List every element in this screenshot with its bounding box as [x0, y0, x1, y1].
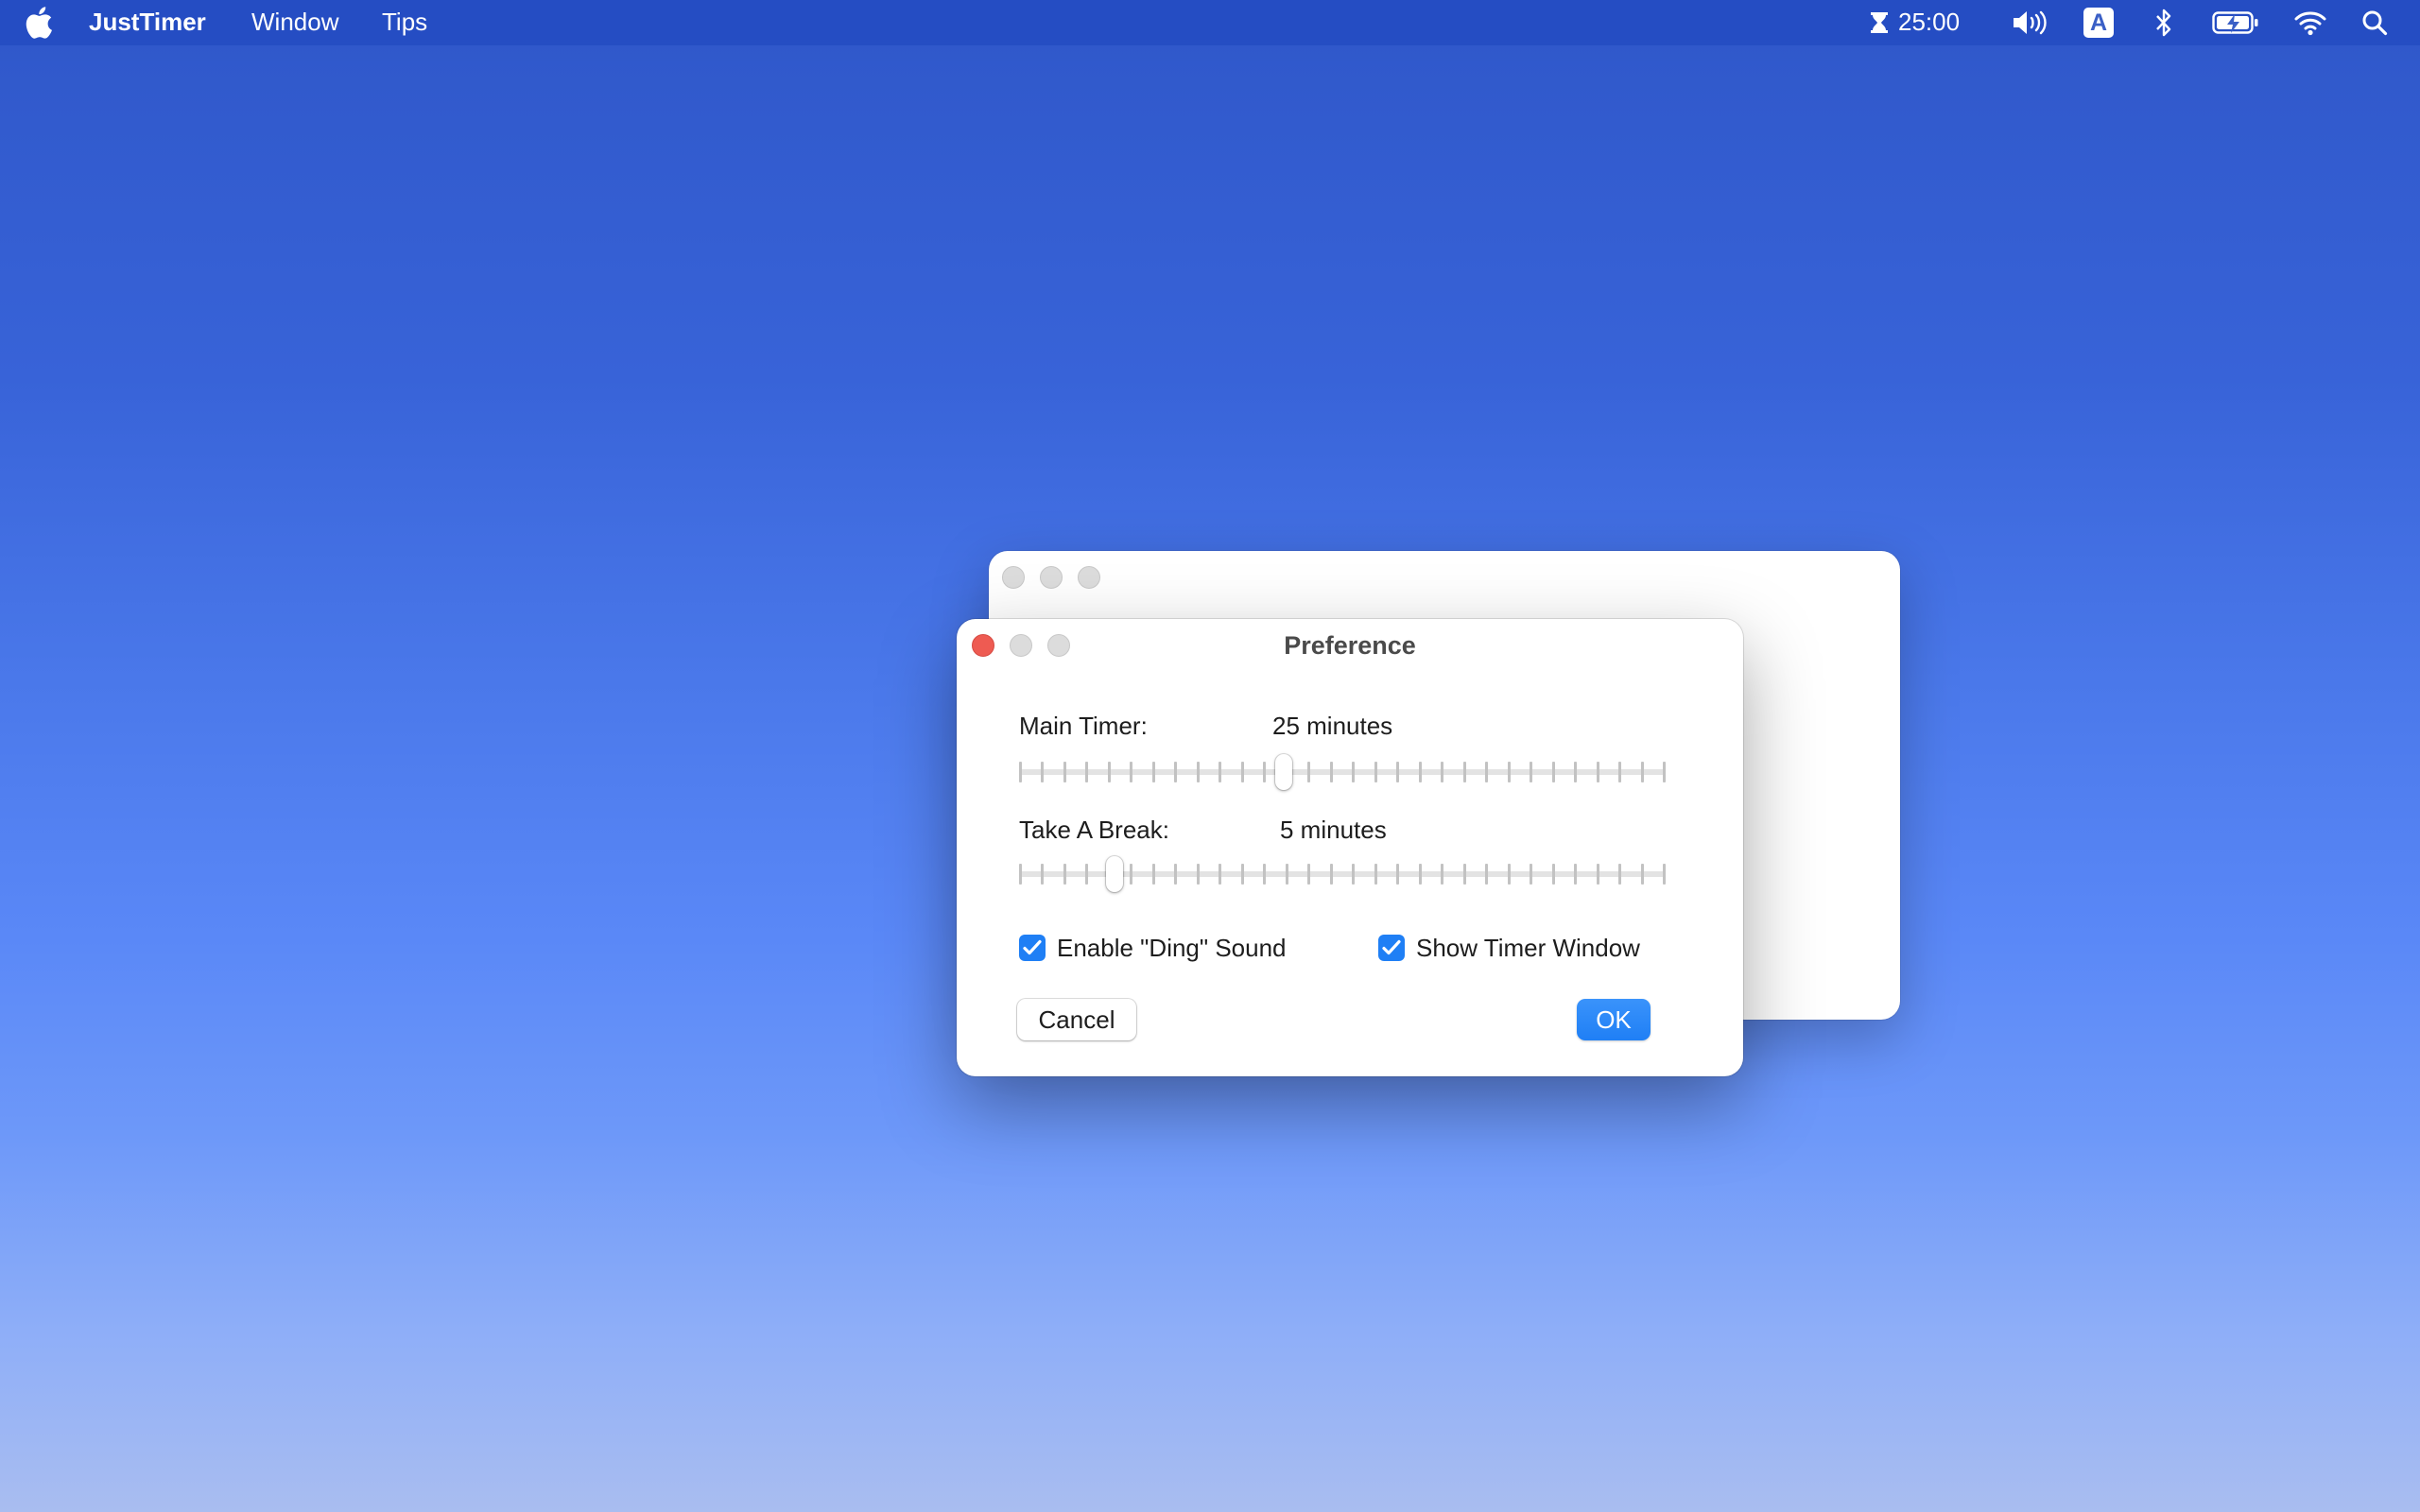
slider-tick: [1019, 864, 1022, 885]
slider-tick: [1240, 762, 1244, 782]
slider-tick: [1485, 864, 1489, 885]
slider-tick: [1307, 762, 1311, 782]
slider-tick: [1551, 864, 1555, 885]
slider-tick: [1441, 762, 1444, 782]
minimize-button-inactive[interactable]: [1040, 566, 1063, 589]
slider-tick: [1640, 864, 1644, 885]
break-timer-label: Take A Break:: [1019, 816, 1169, 844]
volume-icon[interactable]: [2012, 0, 2048, 45]
slider-tick: [1374, 864, 1377, 885]
slider-tick: [1063, 762, 1066, 782]
preference-dialog: Preference Main Timer: 25 minutes Take A…: [957, 619, 1743, 1076]
slider-tick: [1196, 762, 1200, 782]
main-timer-value: 25 minutes: [1272, 712, 1393, 740]
slider-tick: [1663, 762, 1666, 782]
checkmark-icon: [1023, 939, 1042, 955]
ding-sound-label[interactable]: Enable "Ding" Sound: [1057, 934, 1287, 963]
slider-tick: [1462, 762, 1466, 782]
zoom-button-inactive[interactable]: [1078, 566, 1100, 589]
slider-tick: [1085, 864, 1089, 885]
slider-tick: [1596, 762, 1599, 782]
slider-tick: [1174, 864, 1178, 885]
show-timer-window-checkbox[interactable]: [1378, 935, 1405, 961]
app-menu[interactable]: JustTimer: [89, 0, 206, 45]
slider-tick: [1130, 864, 1133, 885]
slider-tick: [1418, 762, 1422, 782]
slider-tick: [1263, 762, 1267, 782]
slider-tick: [1374, 762, 1377, 782]
ok-button[interactable]: OK: [1577, 999, 1651, 1040]
slider-tick: [1663, 864, 1666, 885]
slider-knob[interactable]: [1274, 754, 1292, 790]
slider-tick: [1396, 762, 1400, 782]
slider-tick: [1507, 762, 1511, 782]
slider-knob[interactable]: [1105, 856, 1123, 892]
menu-bar: JustTimer Window Tips 25:00 A: [0, 0, 2420, 45]
slider-tick: [1307, 864, 1311, 885]
slider-tick: [1219, 864, 1222, 885]
slider-tick: [1618, 864, 1622, 885]
slider-tick: [1329, 864, 1333, 885]
slider-tick: [1640, 762, 1644, 782]
battery-icon[interactable]: [2212, 0, 2259, 45]
main-timer-slider[interactable]: [1019, 753, 1666, 791]
slider-tick: [1240, 864, 1244, 885]
slider-tick: [1130, 762, 1133, 782]
spotlight-search-icon[interactable]: [2361, 0, 2388, 45]
slider-tick: [1263, 864, 1267, 885]
bluetooth-icon[interactable]: [2155, 0, 2172, 45]
slider-tick: [1485, 762, 1489, 782]
slider-ticks: [1019, 762, 1666, 782]
show-timer-window-label[interactable]: Show Timer Window: [1416, 934, 1640, 963]
slider-tick: [1418, 864, 1422, 885]
dialog-title: Preference: [1284, 631, 1416, 660]
cancel-button[interactable]: Cancel: [1017, 999, 1136, 1040]
tips-menu[interactable]: Tips: [382, 0, 427, 45]
slider-tick: [1063, 864, 1066, 885]
timer-status[interactable]: 25:00: [1898, 0, 1960, 45]
slider-tick: [1352, 864, 1356, 885]
ding-sound-checkbox[interactable]: [1019, 935, 1046, 961]
slider-tick: [1530, 762, 1533, 782]
hourglass-icon[interactable]: [1870, 0, 1889, 45]
main-timer-label: Main Timer:: [1019, 712, 1148, 740]
slider-tick: [1174, 762, 1178, 782]
slider-tick: [1019, 762, 1022, 782]
slider-tick: [1574, 864, 1578, 885]
wifi-icon[interactable]: [2293, 0, 2327, 45]
slider-tick: [1551, 762, 1555, 782]
slider-tick: [1085, 762, 1089, 782]
slider-tick: [1596, 864, 1599, 885]
slider-tick: [1352, 762, 1356, 782]
slider-tick: [1151, 762, 1155, 782]
slider-tick: [1041, 864, 1045, 885]
slider-tick: [1396, 864, 1400, 885]
slider-tick: [1041, 762, 1045, 782]
slider-tick: [1107, 762, 1111, 782]
slider-tick: [1618, 762, 1622, 782]
slider-tick: [1530, 864, 1533, 885]
break-timer-slider[interactable]: [1019, 855, 1666, 893]
window-menu[interactable]: Window: [251, 0, 338, 45]
input-source-icon[interactable]: A: [2083, 0, 2114, 45]
slider-tick: [1462, 864, 1466, 885]
break-timer-value: 5 minutes: [1280, 816, 1387, 844]
slider-tick: [1441, 864, 1444, 885]
apple-icon[interactable]: [25, 0, 53, 45]
slider-tick: [1219, 762, 1222, 782]
slider-tick: [1574, 762, 1578, 782]
input-source-label: A: [2083, 8, 2114, 38]
slider-tick: [1329, 762, 1333, 782]
slider-tick: [1285, 864, 1288, 885]
checkmark-icon: [1382, 939, 1401, 955]
slider-tick: [1196, 864, 1200, 885]
slider-tick: [1507, 864, 1511, 885]
close-button-inactive[interactable]: [1002, 566, 1025, 589]
slider-tick: [1151, 864, 1155, 885]
